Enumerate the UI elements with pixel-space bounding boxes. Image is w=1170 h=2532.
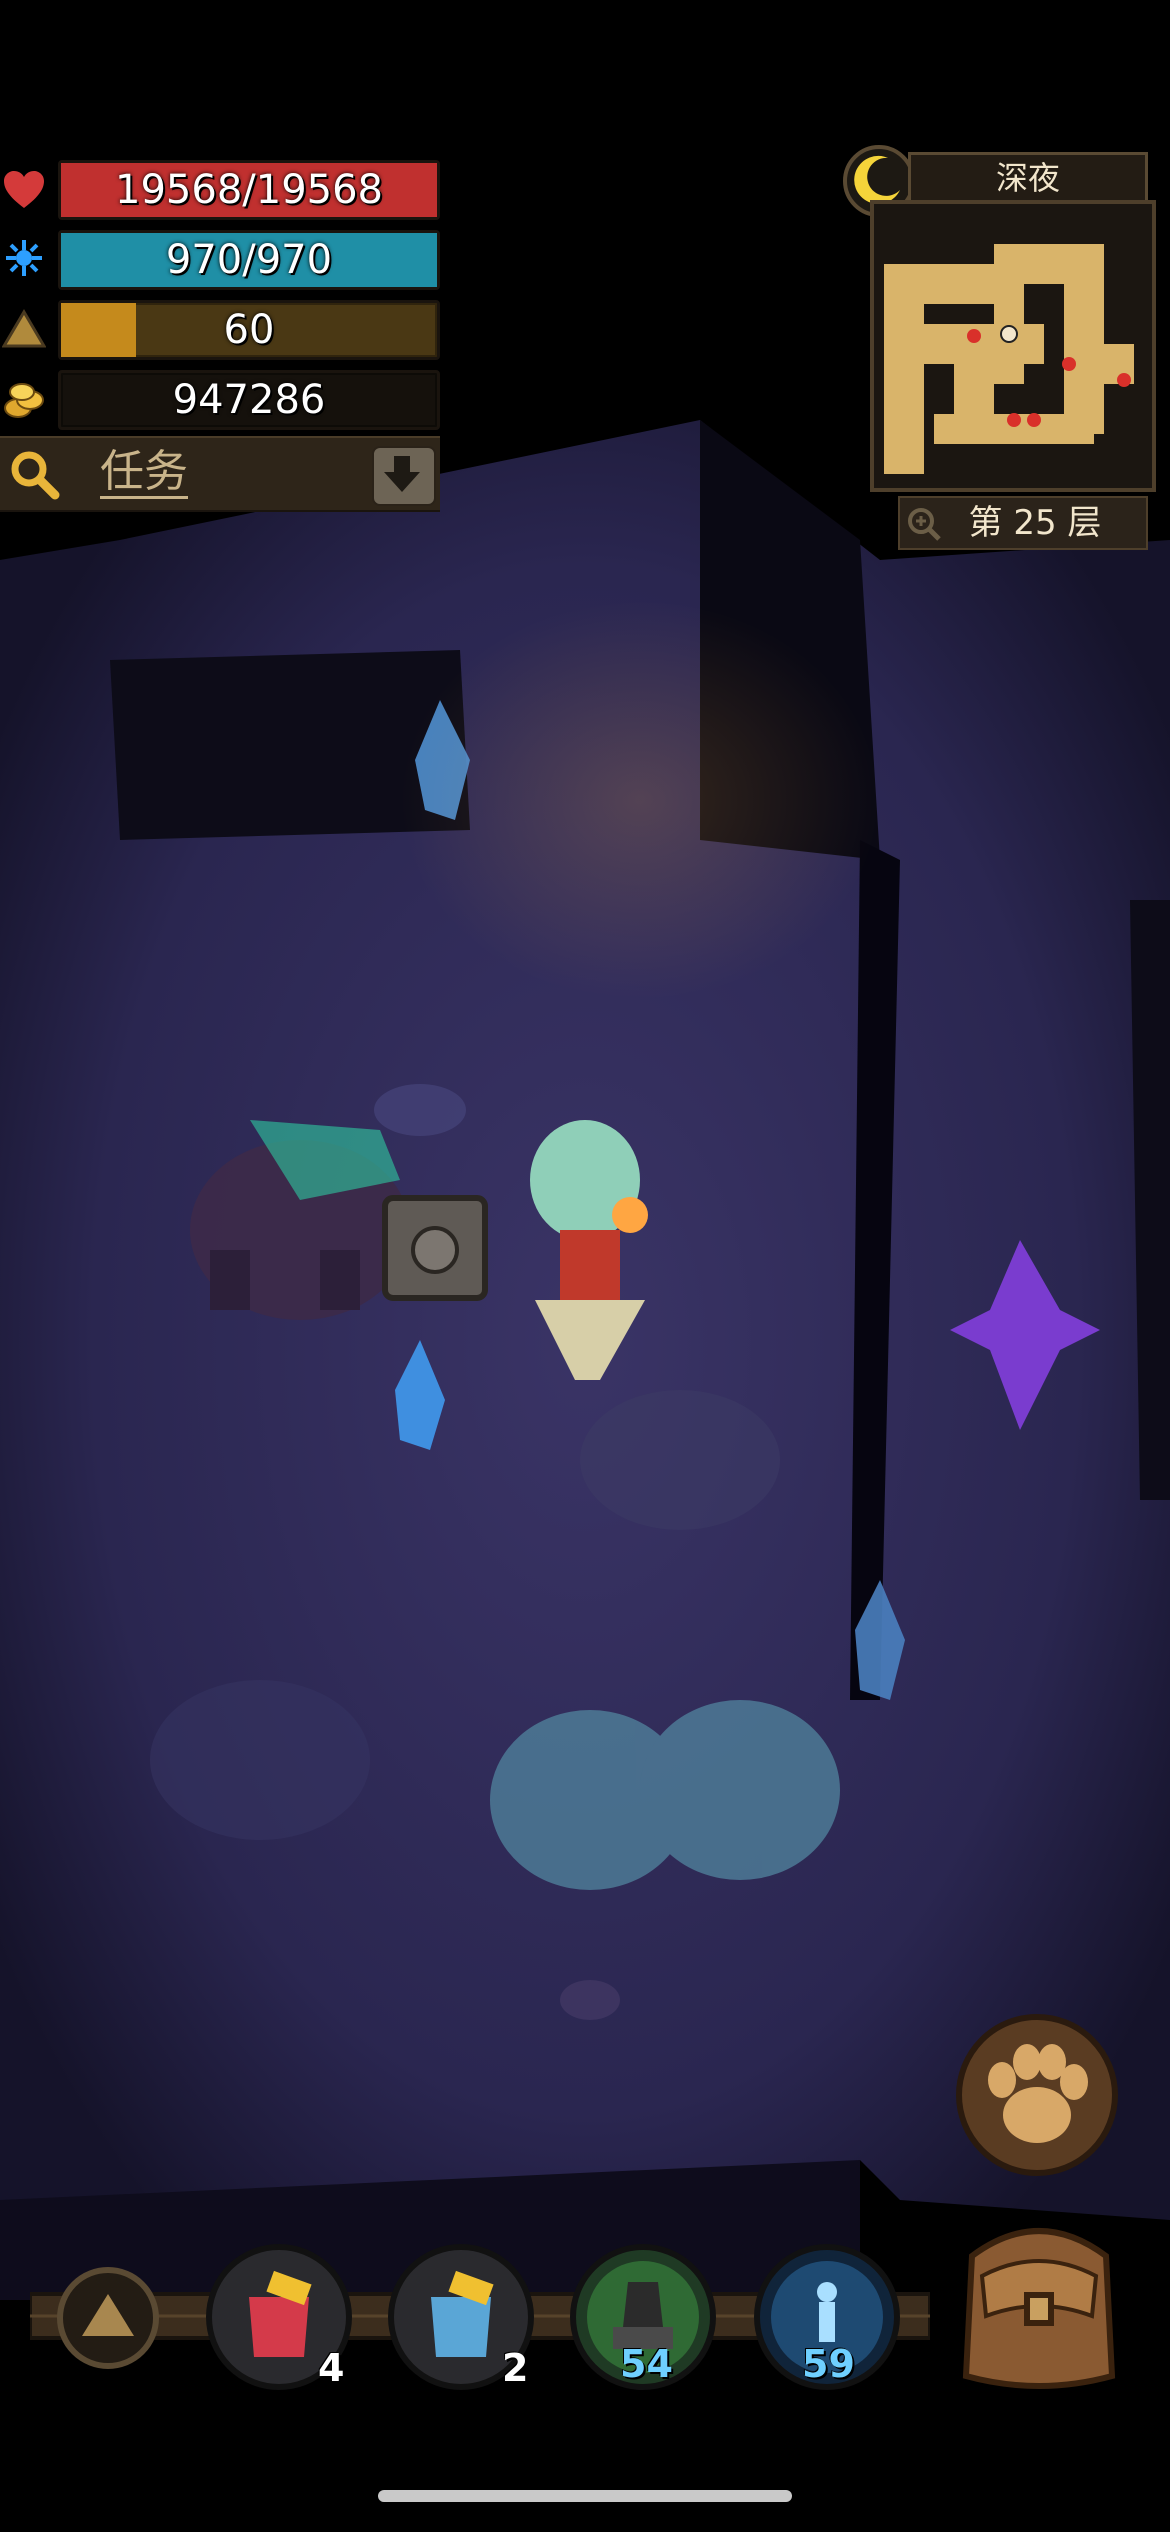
level-bar: 60 <box>58 300 440 360</box>
magnifier-icon[interactable] <box>8 448 60 500</box>
home-indicator[interactable] <box>378 2490 792 2502</box>
heart-icon <box>4 171 44 208</box>
paw-print-icon <box>956 2014 1118 2176</box>
red-potion-count: 4 <box>318 2346 345 2390</box>
experience-triangle-icon <box>2 309 46 348</box>
hp-text: 19568/19568 <box>115 167 383 213</box>
hotbar-slot-blue-figure-skill[interactable]: 59 <box>752 2242 902 2392</box>
hotbar-slot-blue-potion[interactable]: 2 <box>386 2242 536 2392</box>
backpack-icon <box>962 2228 1116 2389</box>
triangle-up-icon <box>57 2267 159 2369</box>
hp-bar: 19568/19568 <box>58 160 440 220</box>
level-text: 60 <box>223 307 275 353</box>
paw-button[interactable] <box>952 2010 1122 2180</box>
hotbar-expand-button[interactable] <box>56 2266 160 2370</box>
quest-label[interactable]: 任务 <box>100 448 188 499</box>
hotbar-slot-red-potion[interactable]: 4 <box>204 2242 354 2392</box>
green-hand-skill-count: 54 <box>620 2342 673 2386</box>
mana-icon <box>6 240 42 276</box>
time-of-day-label: 深夜 <box>908 152 1148 204</box>
gold-bar: 947286 <box>58 370 440 430</box>
gold-text: 947286 <box>172 377 326 423</box>
floor-indicator[interactable]: 第 25 层 <box>898 496 1148 550</box>
arrow-down-icon <box>384 456 420 492</box>
floor-label: 第 25 层 <box>968 503 1102 543</box>
minimap[interactable] <box>870 200 1156 492</box>
gold-coins-icon <box>4 383 44 418</box>
quest-bar[interactable]: 任务 <box>0 436 440 512</box>
hotbar-slot-green-hand-skill[interactable]: 54 <box>568 2242 718 2392</box>
mp-bar: 970/970 <box>58 230 440 290</box>
minimap-layout <box>874 204 1152 488</box>
zoom-in-icon[interactable] <box>906 506 942 542</box>
quest-toggle-button[interactable] <box>372 446 436 506</box>
blue-figure-skill-count: 59 <box>802 2342 855 2386</box>
backpack-button[interactable] <box>942 2196 1136 2396</box>
mp-text: 970/970 <box>165 237 333 283</box>
blue-potion-count: 2 <box>502 2346 529 2390</box>
